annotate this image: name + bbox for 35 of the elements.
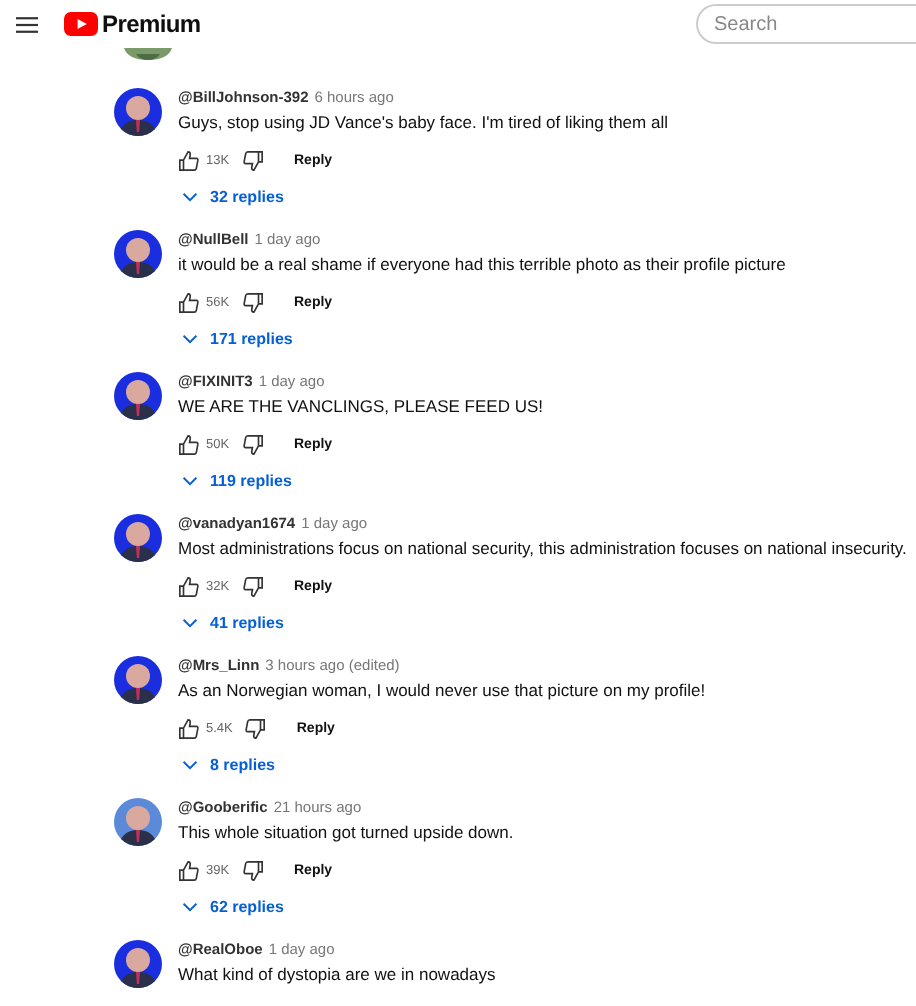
replies-toggle[interactable]: 32 replies [178, 182, 668, 210]
menu-icon[interactable] [16, 15, 38, 33]
chevron-down-icon [182, 617, 198, 627]
play-logo-icon [64, 12, 98, 36]
comment-text: As an Norwegian woman, I would never use that picture on my profile! [178, 680, 706, 704]
comment-text: This whole situation got turned upside down. [178, 822, 514, 846]
thumbs-up-icon[interactable] [178, 859, 200, 881]
comment-text: it would be a real shame if everyone had this terrible photo as their profile picture [178, 254, 786, 278]
chevron-down-icon [182, 901, 198, 911]
thumbs-up-icon[interactable] [178, 575, 200, 597]
comment-text: Most administrations focus on national security, this administration focuses on national insecurity. [178, 538, 907, 562]
chevron-down-icon [182, 333, 198, 343]
thumbs-down-icon[interactable] [244, 717, 267, 739]
thumbs-up-icon[interactable] [178, 291, 200, 313]
thumbs-down-icon[interactable] [242, 433, 264, 455]
thumbs-down-icon[interactable] [242, 149, 264, 171]
search-field[interactable]: Search [696, 4, 916, 44]
thumbs-down-icon[interactable] [242, 291, 264, 313]
comment-text: What kind of dystopia are we in nowadays [178, 964, 496, 988]
chevron-down-icon [182, 759, 198, 769]
comment-text: WE ARE THE VANCLINGS, PLEASE FEED US! [178, 396, 543, 420]
comment-text: Guys, stop using JD Vance's baby face. I'm tired of liking them all [178, 112, 668, 136]
thumbs-up-icon[interactable] [178, 717, 200, 739]
logo-text: Premium [102, 10, 201, 38]
replies-toggle[interactable]: 41 replies [178, 608, 907, 636]
replies-toggle[interactable]: 62 replies [178, 892, 514, 920]
thumbs-up-icon[interactable] [178, 149, 200, 171]
replies-toggle[interactable]: 8 replies [178, 750, 706, 778]
chevron-down-icon [182, 475, 198, 485]
replies-toggle[interactable]: 171 replies [178, 324, 786, 352]
thumbs-down-icon[interactable] [242, 859, 264, 881]
thumbs-up-icon[interactable] [178, 433, 200, 455]
thumbs-down-icon[interactable] [242, 575, 264, 597]
replies-toggle[interactable]: 119 replies [178, 466, 543, 494]
chevron-down-icon [182, 191, 198, 201]
